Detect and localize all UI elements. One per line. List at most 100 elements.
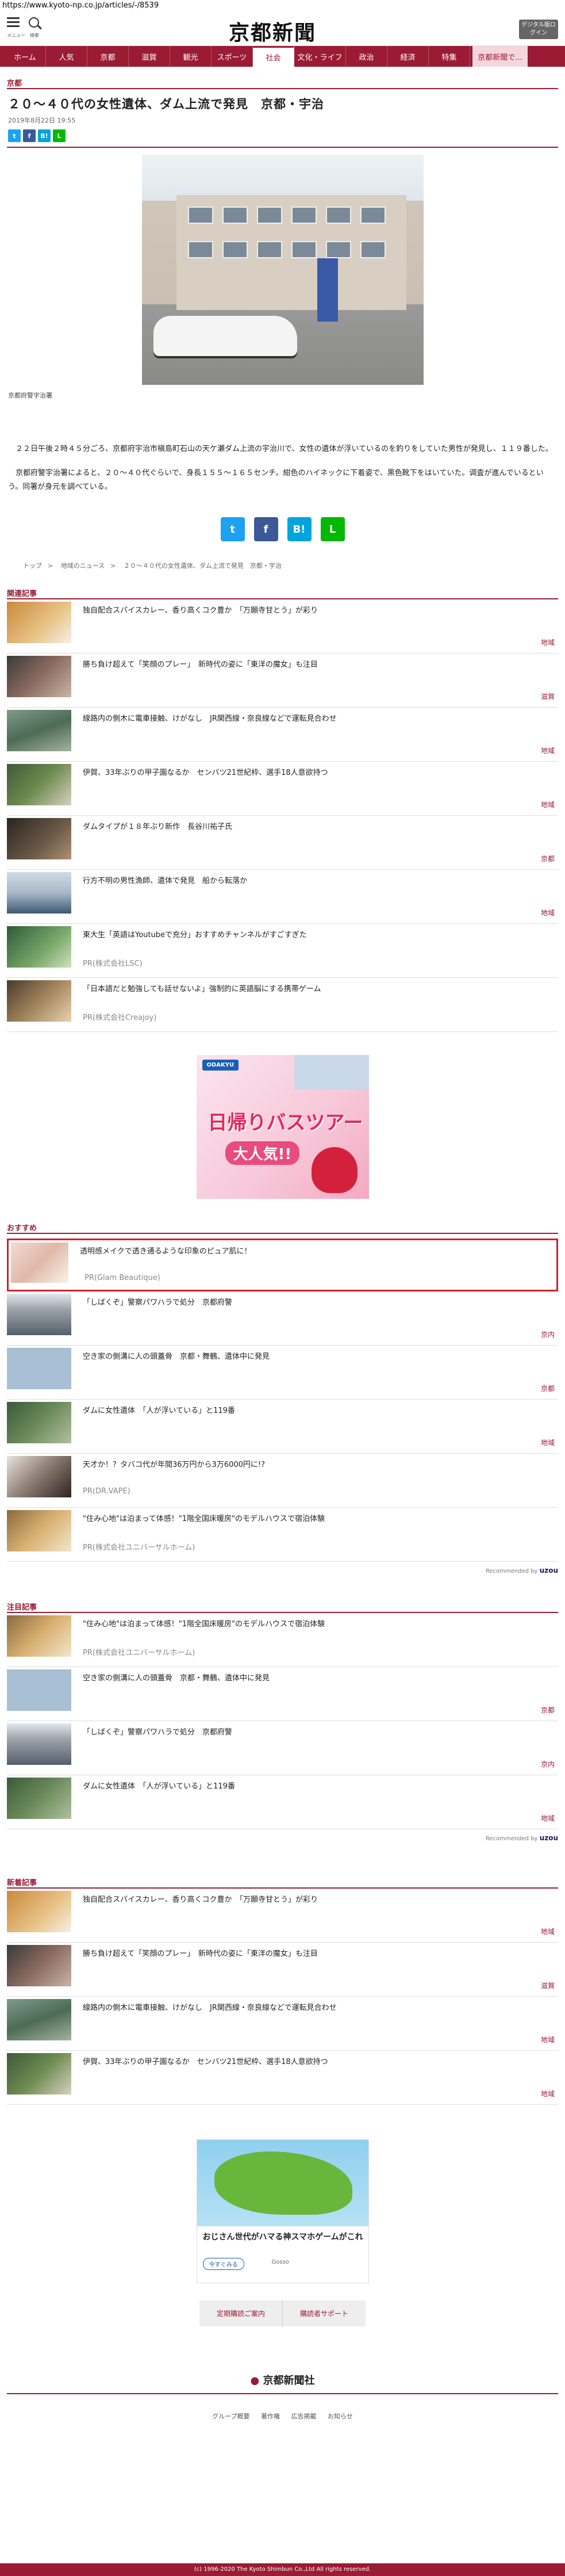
breadcrumb-local[interactable]: 地域のニュース [61, 562, 105, 570]
nav-special[interactable]: 特集 [429, 46, 470, 67]
nav-shiga[interactable]: 滋賀 [129, 46, 170, 67]
list-item[interactable]: 天才か！？タバコ代が年間36万円から3万6000円に!? PR(DR.VAPE) [7, 1454, 558, 1508]
thumbnail [7, 764, 71, 805]
footer-links: グループ概要 著作権 広告掲載 お知らせ [0, 2394, 565, 2438]
item-category[interactable]: 地域 [541, 800, 555, 809]
item-category[interactable]: 地域 [541, 2089, 555, 2099]
list-item[interactable]: "住み心地"は泊まって体感！"1階全国床暖房"のモデルハウスで宿泊体験 PR(株式… [7, 1613, 558, 1667]
list-item[interactable]: 行方不明の男性漁師、遺体で発見 船から転落か地域 [7, 870, 558, 924]
footer-link-group[interactable]: グループ概要 [212, 2413, 249, 2420]
item-category[interactable]: 京都 [541, 1705, 555, 1715]
nav-culture[interactable]: 文化・ライフ [294, 46, 346, 67]
item-category[interactable]: 京都 [541, 854, 555, 863]
item-category[interactable]: 京内 [541, 1759, 555, 1769]
list-item[interactable]: "住み心地"は泊まって体感！"1階全国床暖房"のモデルハウスで宿泊体験 PR(株式… [7, 1508, 558, 1562]
footer-link-news[interactable]: お知らせ [328, 2413, 353, 2420]
list-item[interactable]: 「日本語だと勉強しても話せないよ」強制的に英語脳にする携帯ゲーム PR(株式会社C… [7, 978, 558, 1032]
article-section[interactable]: 京都 [0, 77, 565, 88]
list-item[interactable]: 伊賀、33年ぶりの甲子園なるか センバツ21世紀枠、選手18人意欲持つ 地域 [7, 762, 558, 816]
list-item[interactable]: 「しばくぞ」警察パワハラで処分 京都府警 京内 [7, 1721, 558, 1775]
item-title: 行方不明の男性漁師、遺体で発見 船から転落か [83, 877, 248, 885]
footer-logo-text: 京都新聞社 [263, 2375, 315, 2387]
nav-popular[interactable]: 人気 [46, 46, 87, 67]
twitter-icon[interactable]: t [220, 517, 245, 541]
nav-home[interactable]: ホーム [5, 46, 46, 67]
item-category[interactable]: 滋賀 [541, 1981, 555, 1990]
recommended-by[interactable]: Recommended by uzou [0, 1562, 565, 1574]
menu-icon[interactable] [7, 17, 20, 27]
list-item[interactable]: 東大生「英語はYoutubeで充分」おすすめチャンネルがすごすぎた PR(株式会社… [7, 924, 558, 978]
list-item[interactable]: 独自配合スパイスカレー、香り高くコク豊か 「万願寺甘とう」が彩り 地域 [7, 1889, 558, 1943]
footer-logo[interactable]: ● 京都新聞社 [7, 2367, 558, 2394]
facebook-icon[interactable]: f [253, 517, 278, 541]
item-category[interactable]: 滋賀 [541, 691, 555, 701]
twitter-icon[interactable]: t [8, 129, 21, 142]
ad-banner-bus-tour[interactable]: ODAKYU 日帰りバスツアー 大人気!! [196, 1055, 369, 1199]
item-title: 独自配合スパイスカレー、香り高くコク豊か 「万願寺甘とう」が彩り [83, 606, 318, 615]
ad-title: 日帰りバスツアー [207, 1111, 363, 1134]
list-item[interactable]: 空き家の側溝に人の頭蓋骨 京都・舞鶴、遺体中に発見京都 [7, 1346, 558, 1400]
facebook-icon[interactable]: f [23, 129, 36, 142]
item-category[interactable]: 地域 [541, 2035, 555, 2044]
article-title: ２０～４０代の女性遺体、ダム上流で発見 京都・宇治 [8, 97, 324, 111]
list-item[interactable]: 独自配合スパイスカレー、香り高くコク豊か 「万願寺甘とう」が彩り地域 [7, 599, 558, 653]
nav-kanko[interactable]: 観光 [170, 46, 212, 67]
item-category[interactable]: 地域 [541, 746, 555, 755]
line-icon[interactable]: L [320, 517, 345, 541]
site-logo[interactable]: 京都新聞 [229, 16, 316, 46]
list-item[interactable]: ダムタイプが１８年ぶり新作 長谷川祐子氏 京都 [7, 816, 558, 870]
list-item[interactable]: 勝ち負け超えて「笑顔のプレー」 新時代の姿に「東洋の魔女」も注目 滋賀 [7, 1943, 558, 1997]
url-bar[interactable]: https://www.kyoto-np.co.jp/articles/-/85… [0, 0, 565, 13]
breadcrumb-top[interactable]: トップ [23, 562, 42, 570]
ad-subtitle: 大人気!! [225, 1141, 300, 1165]
footer-link-copyright[interactable]: 著作権 [261, 2413, 280, 2420]
nav-society[interactable]: 社会 [253, 46, 294, 67]
article-body: ２２日午後２時４５分ごろ、京都府宇治市槇島町石山の天ケ瀬ダム上流の宇治川で、女性… [0, 442, 565, 494]
subscribe-guide-link[interactable]: 定期購読ご案内 [199, 2300, 283, 2326]
list-item[interactable]: 線路内の側木に電車接触、けがなし JR関西線・奈良線などで運転見合わせ 地域 [7, 1997, 558, 2051]
item-title: 空き家の側溝に人の頭蓋骨 京都・舞鶴、遺体中に発見 [83, 1352, 270, 1361]
item-category[interactable]: 地域 [541, 1927, 555, 1936]
list-item[interactable]: 勝ち負け超えて「笑顔のプレー」 新時代の姿に「東洋の魔女」も注目 滋賀 [7, 653, 558, 708]
ad-banner-game[interactable]: おじさん世代がハマる神スマホゲームがこれ 今すぐみる Gosso [196, 2139, 369, 2283]
search-icon[interactable] [29, 17, 39, 28]
digital-login-button[interactable]: デジタル版ログイン [519, 20, 558, 39]
subscriber-support-link[interactable]: 購読者サポート [283, 2300, 366, 2326]
site-header: メニュー 検索 京都新聞 デジタル版ログイン [0, 13, 565, 46]
paragraph: 京都府警宇治署によると、２０～４０代ぐらいで、身長１５５～１６５センチ。紺色のハ… [8, 469, 544, 491]
ad-cta-button[interactable]: 今すぐみる [202, 2258, 244, 2270]
line-icon[interactable]: L [53, 129, 66, 142]
list-item[interactable]: 空き家の側溝に人の頭蓋骨 京都・舞鶴、遺体中に発見 京都 [7, 1667, 558, 1721]
thumbnail [7, 1402, 71, 1443]
nav-kyoto-np[interactable]: 京都新聞で... [472, 46, 528, 67]
nav-kyoto[interactable]: 京都 [87, 46, 129, 67]
article: 京都 ２０～４０代の女性遺体、ダム上流で発見 京都・宇治 2019年8月22日 … [0, 67, 565, 587]
item-title: 線路内の側木に電車接触、けがなし JR関西線・奈良線などで運転見合わせ [83, 714, 337, 723]
recommended-by[interactable]: Recommended by uzou [0, 1829, 565, 1842]
thumbnail [7, 926, 71, 968]
list-item[interactable]: ダムに女性遺体 「人が浮いている」と119番 地域 [7, 1400, 558, 1454]
article-photo [141, 155, 424, 385]
nav-sports[interactable]: スポーツ [212, 46, 253, 67]
nav-economy[interactable]: 経済 [387, 46, 429, 67]
nav-politics[interactable]: 政治 [346, 46, 387, 67]
hatena-icon[interactable]: B! [287, 517, 312, 541]
related-heading: 関連記事 [7, 590, 37, 598]
chumoku-list: "住み心地"は泊まって体感！"1階全国床暖房"のモデルハウスで宿泊体験 PR(株式… [0, 1613, 565, 1829]
share-buttons-bottom: t f B! L [0, 517, 565, 541]
list-item[interactable]: 「しばくぞ」警察パワハラで処分 京都府警 京内 [7, 1291, 558, 1346]
list-item-highlighted[interactable]: 透明感メイクで透き通るような印象のピュア肌に！ PR(Glam Beautique… [7, 1239, 558, 1291]
chumoku-heading: 注目記事 [7, 1603, 37, 1612]
item-category[interactable]: 地域 [541, 1813, 555, 1823]
list-item[interactable]: 線路内の側木に電車接触、けがなし JR関西線・奈良線などで運転見合わせ地域 [7, 708, 558, 762]
hatena-icon[interactable]: B! [38, 129, 51, 142]
list-item[interactable]: 伊賀、33年ぶりの甲子園なるか センバツ21世紀枠、選手18人意欲持つ 地域 [7, 2051, 558, 2105]
list-item[interactable]: ダムに女性遺体 「人が浮いている」と119番 地域 [7, 1775, 558, 1829]
footer-link-ads[interactable]: 広告掲載 [291, 2413, 317, 2420]
item-category[interactable]: 地域 [541, 637, 555, 647]
item-category[interactable]: 地域 [541, 1438, 555, 1447]
car-shape [153, 316, 297, 356]
item-category[interactable]: 地域 [541, 908, 555, 918]
item-category[interactable]: 京内 [541, 1329, 555, 1339]
item-category[interactable]: 京都 [541, 1383, 555, 1393]
